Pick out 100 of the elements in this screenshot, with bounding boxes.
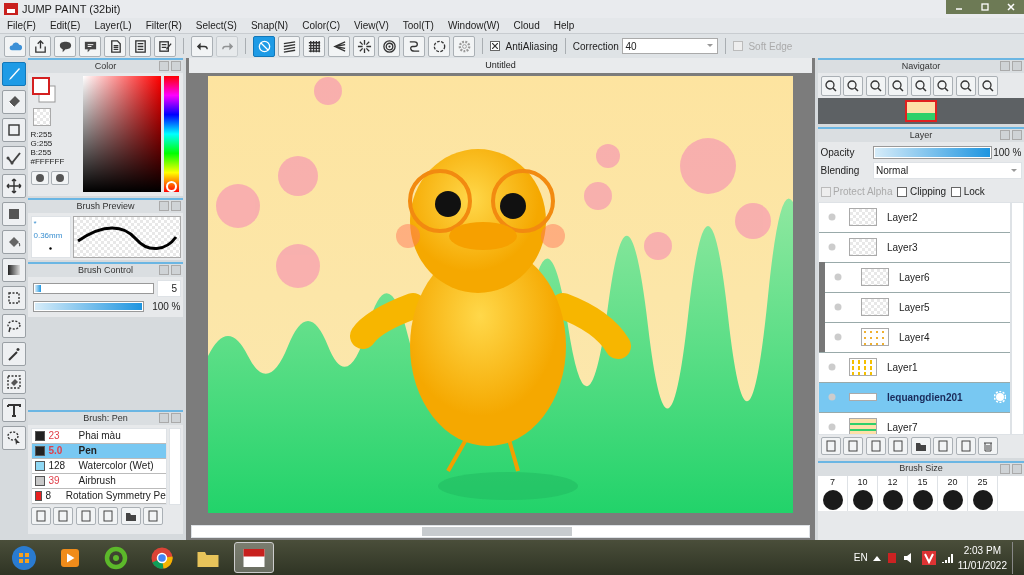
toolbar-button[interactable] bbox=[154, 35, 176, 57]
dropdown-field[interactable]: 40 bbox=[621, 38, 718, 54]
tool-button[interactable] bbox=[2, 286, 26, 310]
checkbox[interactable] bbox=[490, 41, 500, 51]
layer-row[interactable]: Layer7 bbox=[819, 412, 1010, 434]
color-gradient-picker[interactable] bbox=[83, 75, 161, 192]
navigator-button[interactable] bbox=[910, 75, 931, 96]
magnifier-icon bbox=[824, 79, 837, 92]
page-icon bbox=[79, 510, 92, 522]
navigator-button[interactable] bbox=[955, 75, 976, 96]
menu-item[interactable]: Color(C) bbox=[295, 18, 347, 33]
layer-row[interactable]: Layer4 bbox=[819, 322, 1010, 353]
brush-size-label: 15 bbox=[917, 475, 928, 489]
toolbar-button[interactable] bbox=[278, 35, 300, 57]
toolbar-button[interactable] bbox=[29, 35, 51, 57]
menu-item[interactable]: Edit(E) bbox=[42, 18, 88, 33]
filled-square-icon bbox=[6, 206, 22, 222]
toolbar-button[interactable] bbox=[104, 35, 126, 57]
brush-list-item[interactable]: 23 Phai màu bbox=[31, 428, 166, 444]
brush-size-value: 23 bbox=[48, 429, 61, 443]
no-sign-icon bbox=[256, 38, 272, 54]
layer-row[interactable]: lequangdien201 bbox=[819, 382, 1010, 413]
menu-item[interactable]: Select(S) bbox=[188, 18, 244, 33]
tool-button[interactable] bbox=[2, 398, 26, 422]
brush-name: Airbrush bbox=[78, 474, 116, 488]
dotted-circle-icon bbox=[431, 38, 447, 54]
layer-row[interactable]: Layer6 bbox=[819, 262, 1010, 293]
checkbox[interactable] bbox=[951, 186, 962, 197]
navigator-button[interactable] bbox=[820, 75, 841, 96]
parallel-lines-icon bbox=[281, 38, 297, 54]
panel-button[interactable] bbox=[120, 507, 141, 525]
menu-item[interactable]: Help bbox=[546, 18, 582, 33]
checkbox-label: AntiAliasing bbox=[505, 39, 558, 54]
hue-thumb[interactable] bbox=[165, 180, 177, 192]
tool-button[interactable] bbox=[2, 258, 26, 282]
menu-item[interactable]: Layer(L) bbox=[87, 18, 139, 33]
toolbar-button[interactable] bbox=[129, 35, 151, 57]
navigator-button[interactable] bbox=[933, 75, 953, 96]
gradient-square-icon bbox=[6, 262, 22, 278]
size-field[interactable]: 5 bbox=[156, 279, 181, 297]
menu-item[interactable]: Tool(T) bbox=[395, 18, 441, 33]
horizontal-scrollbar[interactable] bbox=[191, 524, 810, 538]
layer-row[interactable]: Layer5 bbox=[819, 292, 1010, 323]
menu-item[interactable]: Filter(R) bbox=[138, 18, 189, 33]
tool-button[interactable] bbox=[2, 314, 26, 338]
palette-button[interactable] bbox=[51, 170, 69, 185]
tool-button[interactable] bbox=[2, 174, 26, 198]
panel-title: Color bbox=[94, 59, 117, 73]
scrollbar[interactable] bbox=[169, 427, 181, 505]
language-indicator[interactable]: EN bbox=[853, 550, 868, 565]
toolbar-button[interactable] bbox=[303, 35, 325, 57]
document-tab[interactable]: Untitled bbox=[189, 58, 812, 73]
layer-row[interactable]: Layer1 bbox=[819, 352, 1010, 383]
taskbar-app[interactable] bbox=[234, 542, 274, 573]
toolbar-button[interactable] bbox=[79, 35, 101, 57]
toolbar-button[interactable] bbox=[378, 35, 400, 57]
menu-item[interactable]: Cloud bbox=[506, 18, 547, 33]
blending-dropdown[interactable]: Normal bbox=[872, 162, 1022, 179]
scrollbar[interactable] bbox=[1011, 201, 1024, 435]
menu-item[interactable]: Snap(N) bbox=[243, 18, 296, 33]
layer-row[interactable]: Layer2 bbox=[819, 202, 1010, 233]
brush-name: Pen bbox=[78, 444, 97, 458]
brush-size-value: 39 bbox=[48, 474, 61, 488]
layer-name: Layer6 bbox=[899, 270, 930, 285]
size-slider[interactable] bbox=[33, 282, 154, 294]
toolbar-button[interactable] bbox=[403, 35, 425, 57]
navigator-button[interactable] bbox=[978, 75, 998, 96]
page-icon bbox=[824, 440, 837, 452]
toolbar-button[interactable] bbox=[353, 35, 375, 57]
navigator-button[interactable] bbox=[888, 75, 908, 96]
tool-button[interactable] bbox=[2, 342, 26, 366]
menu-item[interactable]: Window(W) bbox=[440, 18, 507, 33]
hue-slider[interactable] bbox=[163, 75, 179, 192]
toolbar-button[interactable] bbox=[328, 35, 350, 57]
menu-item[interactable]: File(F) bbox=[0, 18, 43, 33]
layer-name: Layer2 bbox=[887, 210, 918, 225]
navigator-button[interactable] bbox=[865, 75, 886, 96]
checkbox[interactable] bbox=[897, 186, 908, 197]
navigator-button[interactable] bbox=[843, 75, 863, 96]
toolbar-button[interactable] bbox=[428, 35, 450, 57]
palette-button[interactable] bbox=[30, 170, 49, 185]
tool-button[interactable] bbox=[2, 426, 26, 450]
magic-wand-icon bbox=[6, 346, 22, 362]
tool-button[interactable] bbox=[2, 118, 26, 142]
brush-size-label: 20 bbox=[947, 475, 958, 489]
tool-button[interactable] bbox=[2, 146, 26, 170]
layer-row[interactable]: Layer3 bbox=[819, 232, 1010, 263]
toolbar-button[interactable] bbox=[191, 35, 213, 57]
tool-button[interactable] bbox=[2, 370, 26, 394]
magnifier-icon bbox=[937, 79, 949, 92]
brush-size-value: 8 bbox=[45, 489, 53, 503]
toolbar-button[interactable] bbox=[54, 35, 76, 57]
tool-button[interactable] bbox=[2, 202, 26, 226]
transparent-swatch[interactable] bbox=[32, 107, 51, 126]
tool-button[interactable] bbox=[2, 90, 26, 114]
clock-time: 2:03 PM bbox=[962, 543, 1002, 558]
page-icon bbox=[102, 510, 114, 522]
layer-button[interactable] bbox=[910, 437, 931, 455]
menu-item[interactable]: View(V) bbox=[346, 18, 396, 33]
tool-button[interactable] bbox=[2, 230, 26, 254]
